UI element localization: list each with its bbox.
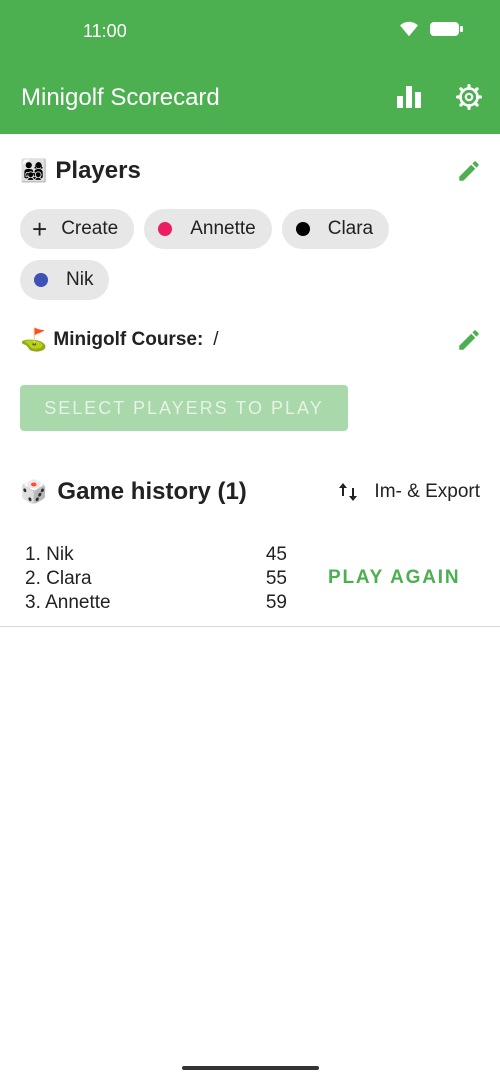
status-icons	[398, 20, 464, 38]
players-title: Players	[55, 157, 141, 184]
family-emoji-icon: 👨‍👩‍👧‍👦	[20, 158, 48, 183]
history-score: 45	[265, 544, 287, 565]
player-chips: + Create Annette Clara Nik	[20, 209, 460, 300]
app-bar: 11:00 Minigolf Scorecard	[0, 0, 500, 134]
create-player-chip[interactable]: + Create	[20, 209, 135, 249]
battery-icon	[430, 22, 463, 36]
dice-icon: 🎲	[20, 479, 48, 504]
import-export-label: Im- & Export	[374, 481, 480, 502]
player-color-dot	[158, 222, 173, 236]
golf-flag-icon: ⛳	[20, 327, 48, 352]
statistics-icon[interactable]	[396, 84, 422, 110]
history-title: Game history (1)	[57, 478, 247, 505]
divider	[0, 626, 500, 627]
history-header: 🎲 Game history (1) Im- & Export	[20, 478, 480, 506]
select-players-to-play-button[interactable]: SELECT PLAYERS TO PLAY	[20, 385, 348, 431]
history-row: 1. Nik 45	[25, 543, 287, 567]
history-row: 2. Clara 55	[25, 567, 287, 591]
course-row: ⛳ Minigolf Course: /	[20, 327, 482, 353]
players-header: 👨‍👩‍👧‍👦 Players	[20, 157, 482, 185]
plus-icon: +	[32, 214, 48, 244]
history-player: 2. Clara	[25, 568, 92, 589]
history-player: 1. Nik	[25, 544, 74, 565]
course-label: Minigolf Course:	[53, 329, 204, 350]
player-chip-nik[interactable]: Nik	[20, 260, 110, 300]
swap-arrows-icon	[339, 483, 358, 501]
edit-course-pencil-icon[interactable]	[456, 327, 482, 353]
chip-label: Nik	[66, 269, 94, 290]
history-row: 3. Annette 59	[25, 591, 287, 615]
player-color-dot	[34, 273, 48, 287]
chip-label: Annette	[190, 218, 256, 239]
player-chip-annette[interactable]: Annette	[144, 209, 272, 249]
edit-players-pencil-icon[interactable]	[456, 158, 482, 184]
history-score: 59	[265, 592, 287, 613]
settings-gear-icon[interactable]	[456, 84, 482, 110]
status-time: 11:00	[83, 21, 127, 41]
import-export-button[interactable]: Im- & Export	[338, 481, 480, 503]
course-value: /	[213, 329, 219, 350]
wifi-icon	[400, 21, 418, 37]
history-player: 3. Annette	[25, 592, 111, 613]
chip-label: Clara	[327, 218, 374, 239]
gesture-nav-bar[interactable]	[182, 1066, 319, 1070]
history-score: 55	[265, 568, 287, 589]
game-history-list: 1. Nik 45 2. Clara 55 3. Annette 59	[25, 543, 287, 615]
player-chip-clara[interactable]: Clara	[281, 209, 390, 249]
chip-label: Create	[61, 218, 119, 239]
app-title: Minigolf Scorecard	[21, 84, 220, 111]
player-color-dot	[295, 222, 310, 236]
play-again-button[interactable]: PLAY AGAIN	[328, 567, 460, 589]
